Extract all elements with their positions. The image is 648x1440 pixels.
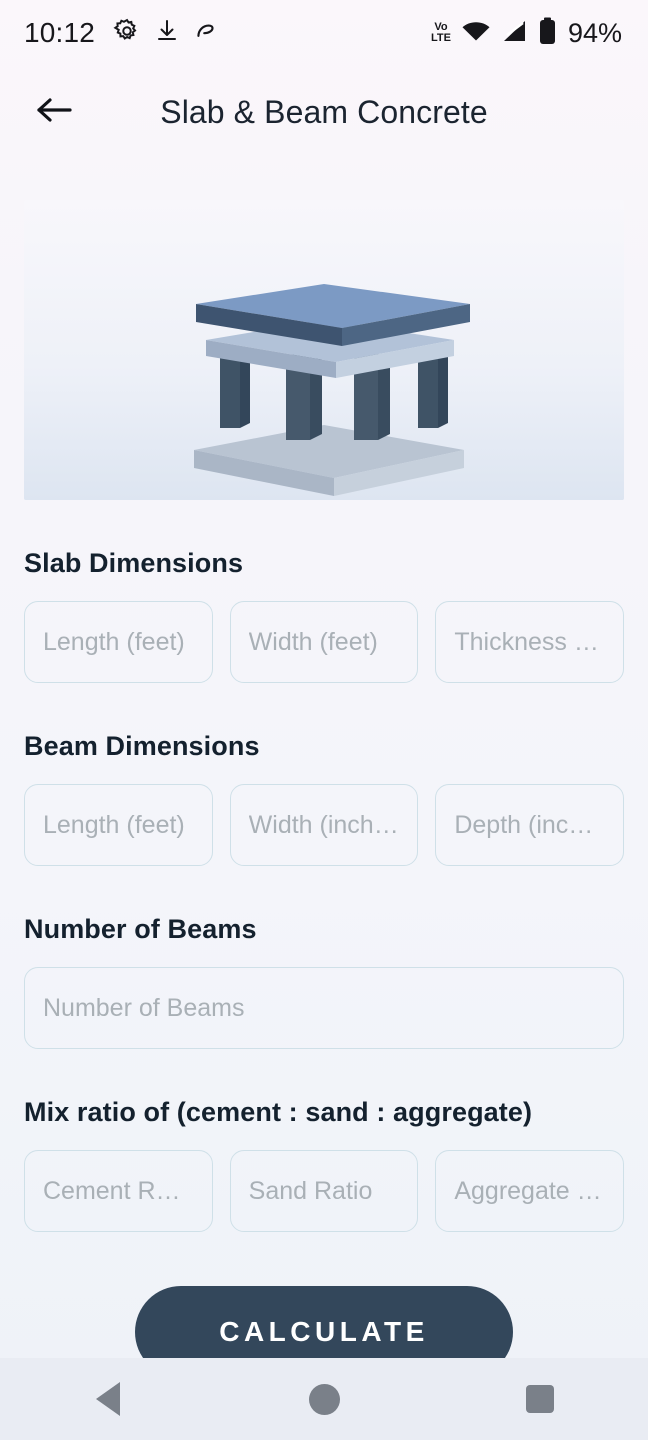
- beam-width-placeholder: Width (inche…: [248, 810, 400, 839]
- back-button[interactable]: [8, 66, 100, 158]
- recents-square-icon: [526, 1385, 554, 1413]
- slab-thickness-field[interactable]: Thickness (i…: [435, 601, 625, 683]
- wifi-icon: [461, 19, 491, 48]
- beam-length-placeholder: Length (feet): [43, 810, 185, 839]
- system-nav-bar: [0, 1358, 648, 1440]
- nav-recents-button[interactable]: [495, 1358, 585, 1440]
- mix-ratio-row: Cement Ratio Sand Ratio Aggregate R…: [24, 1150, 625, 1232]
- number-of-beams-row: Number of Beams: [24, 967, 624, 1049]
- signal-icon: [501, 19, 529, 48]
- slab-width-placeholder: Width (feet): [248, 627, 378, 656]
- beam-dimensions-row: Length (feet) Width (inche… Depth (inche…: [24, 784, 625, 866]
- nav-home-button[interactable]: [279, 1358, 369, 1440]
- aggregate-ratio-placeholder: Aggregate R…: [454, 1176, 606, 1205]
- form-content: Slab Dimensions Length (feet) Width (fee…: [0, 548, 648, 1378]
- status-bar: 10:12 Vo LTE 94%: [0, 0, 648, 66]
- beam-width-field[interactable]: Width (inche…: [229, 784, 419, 866]
- beam-length-field[interactable]: Length (feet): [24, 784, 213, 866]
- number-of-beams-field[interactable]: Number of Beams: [24, 967, 624, 1049]
- battery-icon: [539, 17, 556, 50]
- battery-percentage: 94%: [567, 17, 622, 48]
- slab-dimensions-row: Length (feet) Width (feet) Thickness (i…: [24, 601, 625, 683]
- arrow-left-icon: [35, 94, 73, 131]
- cement-ratio-placeholder: Cement Ratio: [43, 1176, 194, 1205]
- slab-length-placeholder: Length (feet): [43, 627, 185, 656]
- status-right-icons: Vo LTE 94%: [431, 17, 622, 50]
- sand-ratio-field[interactable]: Sand Ratio: [229, 1150, 419, 1232]
- volte-icon: Vo LTE: [430, 21, 451, 44]
- sand-ratio-placeholder: Sand Ratio: [248, 1176, 373, 1205]
- beam-depth-field[interactable]: Depth (inche…: [435, 784, 625, 866]
- data-saver-icon: [193, 18, 219, 49]
- cement-ratio-field[interactable]: Cement Ratio: [24, 1150, 213, 1232]
- download-icon: [155, 18, 179, 49]
- beam-depth-placeholder: Depth (inche…: [454, 810, 606, 839]
- status-left-icons: [113, 17, 219, 50]
- slab-length-field[interactable]: Length (feet): [24, 601, 213, 683]
- slab-thickness-placeholder: Thickness (i…: [454, 627, 606, 656]
- mix-ratio-label: Mix ratio of (cement : sand : aggregate): [24, 1097, 533, 1127]
- aggregate-ratio-field[interactable]: Aggregate R…: [435, 1150, 625, 1232]
- slab-beam-3d-graphic: [24, 200, 624, 500]
- number-of-beams-placeholder: Number of Beams: [43, 993, 245, 1022]
- hero-illustration: [24, 200, 624, 500]
- status-time: 10:12: [24, 17, 96, 48]
- gear-icon: [113, 17, 141, 50]
- slab-width-field[interactable]: Width (feet): [229, 601, 419, 683]
- app-bar: Slab & Beam Concrete: [0, 66, 648, 158]
- home-circle-icon: [308, 1383, 340, 1415]
- back-triangle-icon: [96, 1382, 120, 1416]
- nav-back-button[interactable]: [63, 1358, 153, 1440]
- number-of-beams-label: Number of Beams: [24, 914, 257, 944]
- beam-dimensions-label: Beam Dimensions: [24, 731, 260, 761]
- slab-dimensions-label: Slab Dimensions: [24, 548, 244, 578]
